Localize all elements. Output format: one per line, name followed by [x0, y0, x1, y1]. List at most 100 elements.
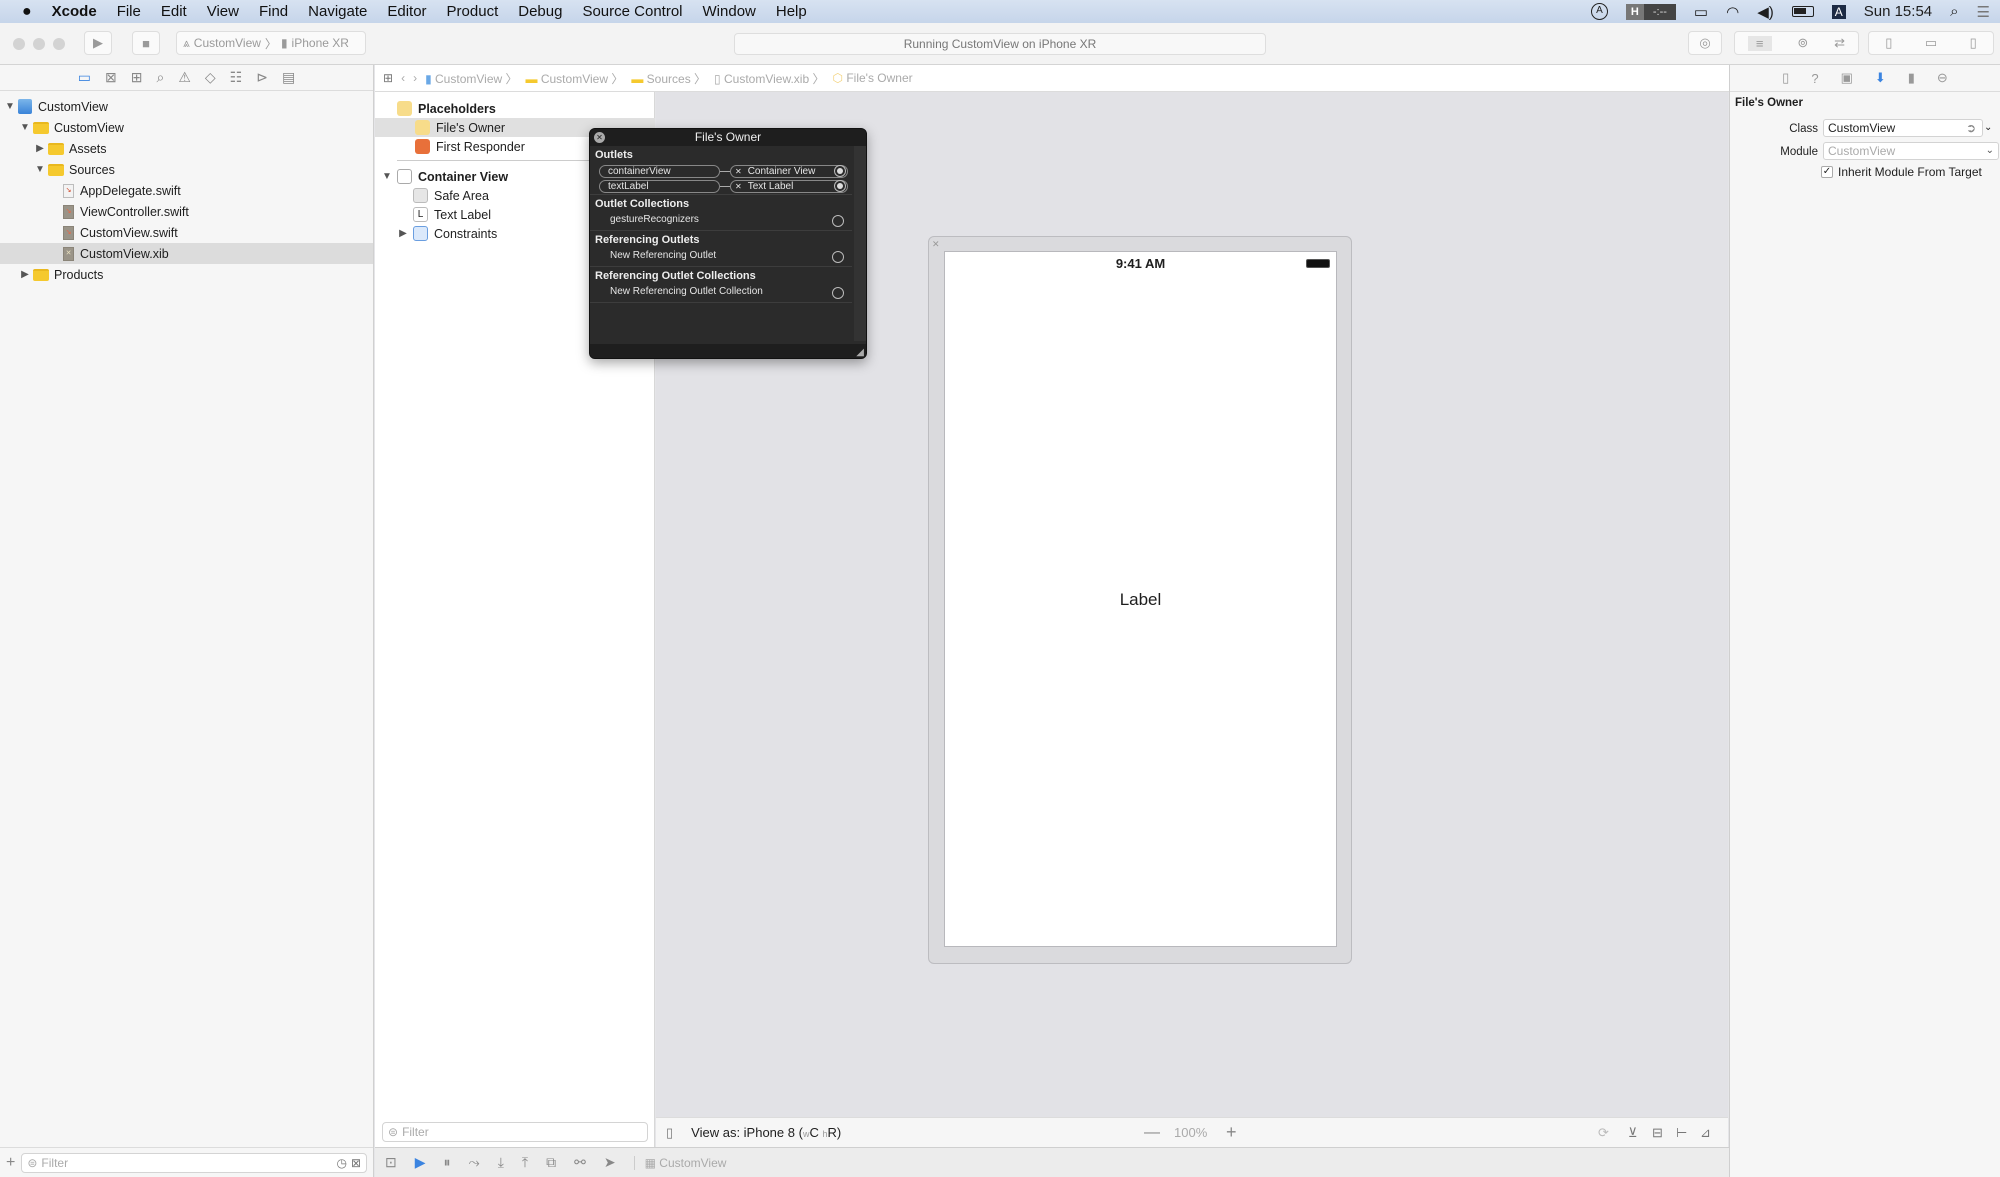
navigator-filter-input[interactable]: ⊜ Filter ◷ ⊠ [21, 1152, 367, 1173]
scene-frame[interactable]: ✕ 9:41 AM Label [928, 236, 1352, 964]
menu-find[interactable]: Find [249, 3, 298, 20]
disclosure-open-icon[interactable]: ▼ [381, 171, 393, 182]
assistant-editor-icon[interactable]: ⊚ [1797, 35, 1808, 51]
simulate-location-icon[interactable]: ➤ [604, 1154, 616, 1171]
module-dropdown-icon[interactable]: ⌄ [1986, 143, 1994, 159]
zoom-window-button[interactable] [53, 38, 65, 50]
scheme-selector[interactable]: ⩓ CustomView 〉 ▮ iPhone XR [176, 31, 366, 55]
airplay-icon[interactable]: ▭ [1694, 3, 1708, 21]
identity-inspector-icon[interactable]: ▣ [1841, 70, 1853, 86]
translate-icon[interactable]: A [1590, 3, 1608, 20]
breakpoint-navigator-icon[interactable]: ⊳ [256, 69, 268, 86]
resize-grip-icon[interactable]: ◢ [856, 347, 864, 358]
embed-in-icon[interactable]: ⊻ [1628, 1125, 1638, 1141]
tree-item[interactable]: ▶ Products [0, 264, 373, 285]
align-icon[interactable]: ⊟ [1652, 1125, 1663, 1141]
menu-view[interactable]: View [197, 3, 249, 20]
apple-menu-icon[interactable]: ● [0, 3, 42, 21]
clock[interactable]: Sun 15:54 [1864, 3, 1932, 20]
menu-editor[interactable]: Editor [377, 3, 436, 20]
menu-debug[interactable]: Debug [508, 3, 572, 20]
breadcrumb-file[interactable]: ▯ CustomView.xib 〉 [714, 70, 824, 87]
version-editor-icon[interactable]: ⇄ [1834, 35, 1845, 51]
connect-circle[interactable] [832, 251, 844, 263]
quick-help-icon[interactable]: ? [1811, 71, 1818, 86]
outlet-target-pill[interactable]: ✕ Container View [730, 165, 848, 178]
disclosure-open-icon[interactable]: ▼ [4, 101, 16, 112]
breadcrumb-object[interactable]: ⬡ File's Owner [833, 71, 913, 85]
library-button[interactable]: ◎ [1688, 31, 1722, 55]
toggle-navigator-icon[interactable]: ▯ [1885, 35, 1892, 51]
minimize-window-button[interactable] [33, 38, 45, 50]
outlet-target-pill[interactable]: ✕ Text Label [730, 180, 848, 193]
popover-scrollbar[interactable] [854, 146, 866, 341]
update-frames-icon[interactable]: ⟳ [1598, 1125, 1609, 1141]
tree-item[interactable]: ▼ CustomView [0, 96, 373, 117]
menu-file[interactable]: File [107, 3, 151, 20]
source-control-navigator-icon[interactable]: ⊠ [105, 69, 117, 86]
close-window-button[interactable] [13, 38, 25, 50]
connect-circle[interactable] [832, 215, 844, 227]
toggle-inspector-icon[interactable]: ▯ [1970, 35, 1977, 51]
scm-filter-icon[interactable]: ⊠ [351, 1156, 361, 1170]
test-navigator-icon[interactable]: ◇ [205, 69, 216, 86]
close-scene-icon[interactable]: ✕ [932, 239, 940, 250]
keyboard-input-icon[interactable]: A [1831, 4, 1846, 19]
connect-circle[interactable] [832, 287, 844, 299]
connected-circle[interactable] [834, 180, 846, 192]
menu-navigate[interactable]: Navigate [298, 3, 377, 20]
disconnect-icon[interactable]: ✕ [735, 182, 742, 191]
report-navigator-icon[interactable]: ▤ [282, 69, 295, 86]
recent-files-icon[interactable]: ◷ [336, 1156, 346, 1170]
project-navigator-icon[interactable]: ▭ [78, 69, 91, 86]
add-file-button[interactable]: + [6, 1154, 15, 1172]
disclosure-open-icon[interactable]: ▼ [34, 164, 46, 175]
size-inspector-icon[interactable]: ▮ [1908, 70, 1915, 86]
hide-debug-area-icon[interactable]: ⊡ [385, 1154, 397, 1171]
back-button[interactable]: ‹ [401, 71, 405, 85]
disclosure-closed-icon[interactable]: ▶ [19, 269, 31, 280]
connected-circle[interactable] [834, 165, 846, 177]
tree-item[interactable]: ▼ Sources [0, 159, 373, 180]
pause-icon[interactable]: ⏸ [444, 1154, 451, 1171]
outline-filter-input[interactable]: ⊜ Filter [382, 1122, 648, 1142]
standard-editor-icon[interactable]: ≡ [1747, 35, 1772, 51]
menu-help[interactable]: Help [766, 3, 817, 20]
disclosure-closed-icon[interactable]: ▶ [397, 228, 409, 239]
menu-source-control[interactable]: Source Control [572, 3, 692, 20]
issue-navigator-icon[interactable]: ⚠ [178, 69, 191, 86]
find-navigator-icon[interactable]: ⌕ [156, 69, 164, 86]
step-over-icon[interactable]: ⤳ [469, 1154, 480, 1171]
tree-item[interactable]: ↘ ViewController.swift [0, 201, 373, 222]
step-into-icon[interactable]: ⤓ [498, 1154, 504, 1171]
toggle-debug-area-icon[interactable]: ▭ [1925, 35, 1937, 51]
menu-window[interactable]: Window [693, 3, 766, 20]
tree-item[interactable]: ✕ CustomView.xib [0, 243, 373, 264]
notification-center-icon[interactable]: ☰ [1977, 3, 1990, 21]
run-button[interactable]: ▶ [84, 31, 112, 55]
process-selector[interactable]: ▦ CustomView [633, 1155, 726, 1170]
close-popover-button[interactable]: ✕ [594, 132, 605, 143]
inherit-module-checkbox[interactable]: ✓ [1821, 166, 1833, 178]
go-to-class-icon[interactable]: ➲ [1966, 120, 1976, 136]
breadcrumb-sources[interactable]: ▬ Sources 〉 [631, 70, 706, 87]
zoom-in-button[interactable]: + [1226, 1122, 1237, 1143]
inherit-module-checkbox-row[interactable]: ✓ Inherit Module From Target [1821, 165, 1982, 179]
add-constraints-icon[interactable]: ⊢ [1676, 1125, 1687, 1141]
breadcrumb-project[interactable]: ▮ CustomView 〉 [425, 70, 517, 87]
disconnect-icon[interactable]: ✕ [735, 167, 742, 176]
zoom-out-button[interactable]: — [1144, 1124, 1160, 1142]
wifi-icon[interactable]: ◠ [1726, 3, 1739, 21]
menu-edit[interactable]: Edit [151, 3, 197, 20]
forward-button[interactable]: › [413, 71, 417, 85]
debug-navigator-icon[interactable]: ☷ [230, 69, 243, 86]
text-label-canvas[interactable]: Label [945, 590, 1336, 610]
class-field[interactable]: CustomView ➲ [1823, 119, 1983, 137]
volume-icon[interactable]: ◀) [1757, 3, 1774, 21]
breadcrumb-group[interactable]: ▬ CustomView 〉 [526, 70, 624, 87]
view-debugger-icon[interactable]: ⧉ [546, 1154, 556, 1171]
step-out-icon[interactable]: ⤒ [522, 1154, 528, 1171]
toggle-outline-icon[interactable]: ▯ [666, 1125, 673, 1141]
file-inspector-icon[interactable]: ▯ [1782, 70, 1789, 86]
breakpoints-toggle-icon[interactable]: ▶ [415, 1154, 426, 1171]
